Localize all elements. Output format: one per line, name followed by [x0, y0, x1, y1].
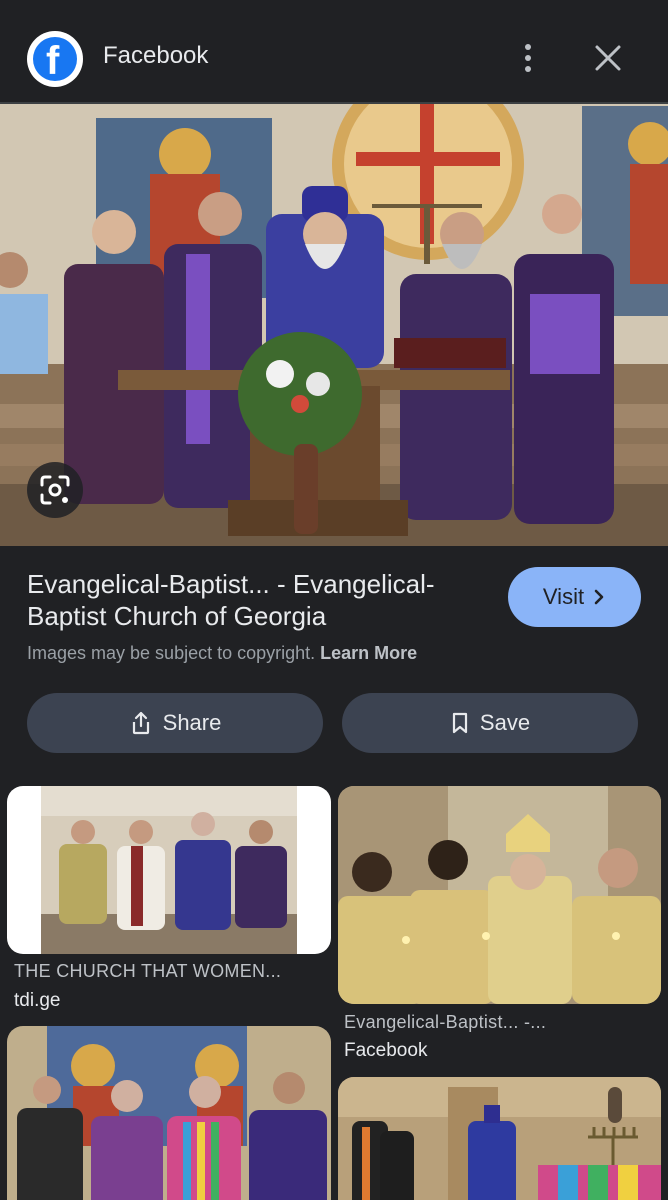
related-source: tdi.ge	[14, 990, 61, 1011]
chevron-right-icon	[594, 589, 604, 605]
learn-more-link[interactable]: Learn More	[320, 643, 417, 663]
preview-image[interactable]	[0, 104, 668, 546]
share-icon	[132, 711, 149, 735]
result-title[interactable]: Evangelical-Baptist... - Evangelical-Bap…	[27, 568, 497, 632]
related-title[interactable]: Evangelical-Baptist... -...	[344, 1012, 546, 1033]
source-title: Facebook	[103, 42, 209, 69]
related-thumbnail[interactable]	[7, 786, 331, 954]
bookmark-icon	[452, 712, 468, 734]
related-title[interactable]: THE CHURCH THAT WOMEN...	[14, 961, 281, 982]
share-label: Share	[162, 710, 222, 735]
related-source: Facebook	[344, 1040, 428, 1061]
visit-label: Visit	[542, 584, 585, 609]
lens-search-button[interactable]	[27, 462, 83, 518]
facebook-logo-icon: f	[27, 31, 83, 87]
copyright-notice: Images may be subject to copyright. Lear…	[27, 643, 418, 663]
save-label: Save	[479, 710, 531, 735]
related-thumbnail[interactable]	[338, 786, 661, 1004]
visit-button[interactable]: Visit	[508, 567, 641, 627]
related-thumbnail[interactable]	[338, 1077, 661, 1200]
close-icon[interactable]	[592, 42, 624, 74]
top-bar: f Facebook	[0, 0, 668, 104]
save-button[interactable]: Save	[342, 693, 638, 753]
share-button[interactable]: Share	[27, 693, 323, 753]
more-options-icon[interactable]	[512, 40, 544, 76]
related-thumbnail[interactable]	[7, 1026, 331, 1200]
lens-icon	[40, 475, 70, 505]
